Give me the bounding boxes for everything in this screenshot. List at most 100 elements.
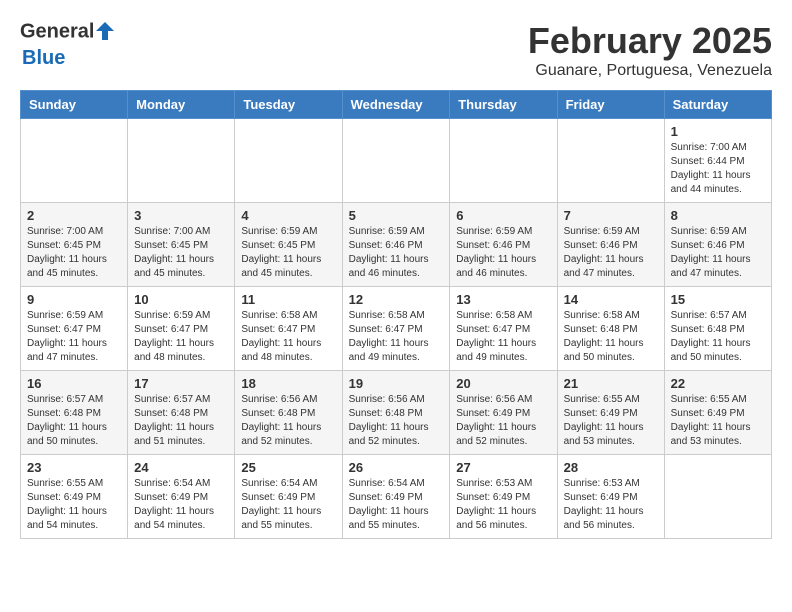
day-number: 26 bbox=[349, 460, 444, 475]
weekday-wednesday: Wednesday bbox=[342, 91, 450, 119]
weekday-saturday: Saturday bbox=[664, 91, 771, 119]
weekday-header-row: SundayMondayTuesdayWednesdayThursdayFrid… bbox=[21, 91, 772, 119]
calendar-cell bbox=[664, 455, 771, 539]
calendar-body: 1Sunrise: 7:00 AM Sunset: 6:44 PM Daylig… bbox=[21, 119, 772, 539]
month-title: February 2025 bbox=[528, 20, 772, 62]
logo-blue: Blue bbox=[22, 47, 65, 69]
day-number: 20 bbox=[456, 376, 550, 391]
day-number: 13 bbox=[456, 292, 550, 307]
calendar-cell: 19Sunrise: 6:56 AM Sunset: 6:48 PM Dayli… bbox=[342, 371, 450, 455]
day-number: 12 bbox=[349, 292, 444, 307]
calendar-table: SundayMondayTuesdayWednesdayThursdayFrid… bbox=[20, 90, 772, 539]
day-number: 6 bbox=[456, 208, 550, 223]
logo: General Blue bbox=[20, 20, 116, 70]
weekday-sunday: Sunday bbox=[21, 91, 128, 119]
calendar-cell bbox=[557, 119, 664, 203]
day-info: Sunrise: 6:53 AM Sunset: 6:49 PM Dayligh… bbox=[564, 477, 658, 533]
calendar-cell: 18 Sunrise: 6:56 AM Sunset: 6:48 PM Dayli… bbox=[235, 371, 342, 455]
logo-icon bbox=[94, 20, 116, 47]
day-info: Sunrise: 6:55 AM Sunset: 6:49 PM Dayligh… bbox=[671, 393, 765, 449]
day-number: 17 bbox=[134, 376, 228, 391]
day-info: Sunrise: 6:57 AM Sunset: 6:48 PM Dayligh… bbox=[671, 309, 765, 365]
calendar-week-5: 23 Sunrise: 6:55 AM Sunset: 6:49 PM Dayli… bbox=[21, 455, 772, 539]
day-info: Sunrise: 7:00 AM Sunset: 6:44 PM Dayligh… bbox=[671, 141, 765, 197]
day-number: 8 bbox=[671, 208, 765, 223]
day-number: 25 bbox=[241, 460, 335, 475]
day-info: Sunrise: 6:54 AM Sunset: 6:49 PM Dayligh… bbox=[349, 477, 444, 533]
calendar-cell: 26 Sunrise: 6:54 AM Sunset: 6:49 PM Dayli… bbox=[342, 455, 450, 539]
calendar-cell: 9 Sunrise: 6:59 AM Sunset: 6:47 PM Daylig… bbox=[21, 287, 128, 371]
calendar-cell: 2 Sunrise: 7:00 AM Sunset: 6:45 PM Daylig… bbox=[21, 203, 128, 287]
day-info: Sunrise: 6:59 AM Sunset: 6:47 PM Dayligh… bbox=[27, 309, 121, 365]
day-number: 7 bbox=[564, 208, 658, 223]
day-info: Sunrise: 6:54 AM Sunset: 6:49 PM Dayligh… bbox=[134, 477, 228, 533]
day-number: 9 bbox=[27, 292, 121, 307]
day-info: Sunrise: 6:56 AM Sunset: 6:48 PM Dayligh… bbox=[241, 393, 335, 449]
day-info: Sunrise: 6:58 AM Sunset: 6:48 PM Dayligh… bbox=[564, 309, 658, 365]
calendar-cell: 17Sunrise: 6:57 AM Sunset: 6:48 PM Dayli… bbox=[128, 371, 235, 455]
title-area: February 2025 Guanare, Portuguesa, Venez… bbox=[528, 20, 772, 80]
day-number: 5 bbox=[349, 208, 444, 223]
calendar-week-1: 1Sunrise: 7:00 AM Sunset: 6:44 PM Daylig… bbox=[21, 119, 772, 203]
day-info: Sunrise: 6:59 AM Sunset: 6:46 PM Dayligh… bbox=[349, 225, 444, 281]
calendar-cell bbox=[342, 119, 450, 203]
calendar-cell: 12 Sunrise: 6:58 AM Sunset: 6:47 PM Dayli… bbox=[342, 287, 450, 371]
calendar-cell: 6 Sunrise: 6:59 AM Sunset: 6:46 PM Daylig… bbox=[450, 203, 557, 287]
logo-general: General bbox=[20, 21, 94, 43]
calendar-cell: 13 Sunrise: 6:58 AM Sunset: 6:47 PM Dayli… bbox=[450, 287, 557, 371]
calendar-cell: 11 Sunrise: 6:58 AM Sunset: 6:47 PM Dayli… bbox=[235, 287, 342, 371]
day-number: 14 bbox=[564, 292, 658, 307]
calendar-cell: 5 Sunrise: 6:59 AM Sunset: 6:46 PM Daylig… bbox=[342, 203, 450, 287]
day-number: 22 bbox=[671, 376, 765, 391]
day-info: Sunrise: 6:56 AM Sunset: 6:48 PM Dayligh… bbox=[349, 393, 444, 449]
day-info: Sunrise: 6:59 AM Sunset: 6:47 PM Dayligh… bbox=[134, 309, 228, 365]
day-info: Sunrise: 6:59 AM Sunset: 6:46 PM Dayligh… bbox=[671, 225, 765, 281]
calendar-cell: 14 Sunrise: 6:58 AM Sunset: 6:48 PM Dayli… bbox=[557, 287, 664, 371]
day-number: 3 bbox=[134, 208, 228, 223]
day-info: Sunrise: 6:57 AM Sunset: 6:48 PM Dayligh… bbox=[27, 393, 121, 449]
day-info: Sunrise: 6:58 AM Sunset: 6:47 PM Dayligh… bbox=[241, 309, 335, 365]
header: General Blue February 2025 Guanare, Port… bbox=[20, 20, 772, 80]
calendar-cell: 21 Sunrise: 6:55 AM Sunset: 6:49 PM Dayli… bbox=[557, 371, 664, 455]
day-number: 24 bbox=[134, 460, 228, 475]
day-number: 10 bbox=[134, 292, 228, 307]
day-number: 15 bbox=[671, 292, 765, 307]
calendar-cell: 1Sunrise: 7:00 AM Sunset: 6:44 PM Daylig… bbox=[664, 119, 771, 203]
weekday-monday: Monday bbox=[128, 91, 235, 119]
calendar-cell: 20Sunrise: 6:56 AM Sunset: 6:49 PM Dayli… bbox=[450, 371, 557, 455]
day-info: Sunrise: 6:55 AM Sunset: 6:49 PM Dayligh… bbox=[27, 477, 121, 533]
day-info: Sunrise: 7:00 AM Sunset: 6:45 PM Dayligh… bbox=[27, 225, 121, 281]
calendar-cell: 27Sunrise: 6:53 AM Sunset: 6:49 PM Dayli… bbox=[450, 455, 557, 539]
calendar-cell: 16 Sunrise: 6:57 AM Sunset: 6:48 PM Dayli… bbox=[21, 371, 128, 455]
day-info: Sunrise: 6:59 AM Sunset: 6:46 PM Dayligh… bbox=[564, 225, 658, 281]
day-number: 16 bbox=[27, 376, 121, 391]
day-number: 18 bbox=[241, 376, 335, 391]
day-info: Sunrise: 6:58 AM Sunset: 6:47 PM Dayligh… bbox=[456, 309, 550, 365]
day-number: 21 bbox=[564, 376, 658, 391]
weekday-thursday: Thursday bbox=[450, 91, 557, 119]
calendar-cell: 23 Sunrise: 6:55 AM Sunset: 6:49 PM Dayli… bbox=[21, 455, 128, 539]
weekday-friday: Friday bbox=[557, 91, 664, 119]
weekday-tuesday: Tuesday bbox=[235, 91, 342, 119]
day-info: Sunrise: 6:55 AM Sunset: 6:49 PM Dayligh… bbox=[564, 393, 658, 449]
day-info: Sunrise: 6:59 AM Sunset: 6:45 PM Dayligh… bbox=[241, 225, 335, 281]
calendar-cell bbox=[128, 119, 235, 203]
calendar-cell: 3Sunrise: 7:00 AM Sunset: 6:45 PM Daylig… bbox=[128, 203, 235, 287]
calendar-cell bbox=[235, 119, 342, 203]
day-number: 28 bbox=[564, 460, 658, 475]
day-info: Sunrise: 6:59 AM Sunset: 6:46 PM Dayligh… bbox=[456, 225, 550, 281]
calendar-cell: 25Sunrise: 6:54 AM Sunset: 6:49 PM Dayli… bbox=[235, 455, 342, 539]
calendar-cell bbox=[21, 119, 128, 203]
day-number: 11 bbox=[241, 292, 335, 307]
calendar-week-4: 16 Sunrise: 6:57 AM Sunset: 6:48 PM Dayli… bbox=[21, 371, 772, 455]
day-info: Sunrise: 6:58 AM Sunset: 6:47 PM Dayligh… bbox=[349, 309, 444, 365]
day-number: 2 bbox=[27, 208, 121, 223]
calendar-cell: 15 Sunrise: 6:57 AM Sunset: 6:48 PM Dayli… bbox=[664, 287, 771, 371]
calendar-cell bbox=[450, 119, 557, 203]
calendar-cell: 24 Sunrise: 6:54 AM Sunset: 6:49 PM Dayli… bbox=[128, 455, 235, 539]
calendar-cell: 7 Sunrise: 6:59 AM Sunset: 6:46 PM Daylig… bbox=[557, 203, 664, 287]
day-number: 27 bbox=[456, 460, 550, 475]
calendar-cell: 10 Sunrise: 6:59 AM Sunset: 6:47 PM Dayli… bbox=[128, 287, 235, 371]
day-number: 23 bbox=[27, 460, 121, 475]
calendar-cell: 8 Sunrise: 6:59 AM Sunset: 6:46 PM Daylig… bbox=[664, 203, 771, 287]
